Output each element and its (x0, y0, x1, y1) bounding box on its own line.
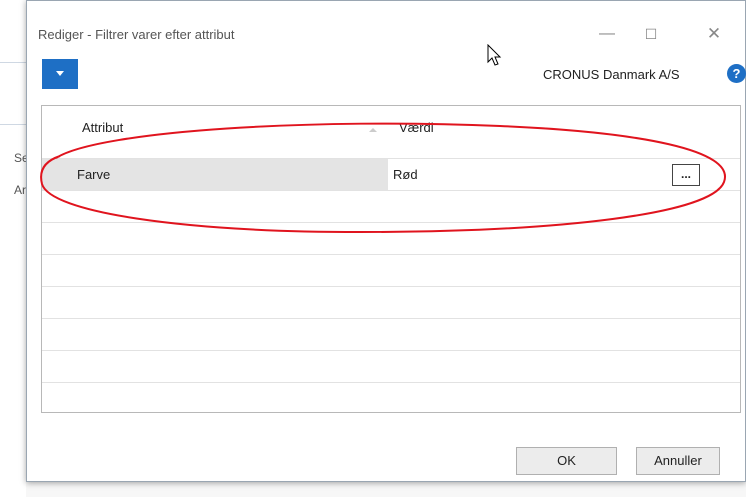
actions-menu-button[interactable] (42, 59, 78, 89)
minimize-icon[interactable]: — (596, 23, 618, 45)
close-icon[interactable]: ✕ (703, 23, 725, 45)
table-row[interactable] (42, 382, 740, 414)
attribute-grid: Attribut Værdi Farve Rød ... (41, 105, 741, 413)
table-row[interactable] (42, 254, 740, 286)
table-row[interactable] (42, 318, 740, 350)
value-cell[interactable]: Rød (393, 167, 418, 182)
company-name: CRONUS Danmark A/S (543, 67, 680, 82)
background-app-strip: Se Ar (0, 0, 29, 497)
background-divider (0, 124, 26, 125)
background-divider (0, 62, 26, 63)
sort-up-icon (369, 128, 377, 132)
column-header-attribut[interactable]: Attribut (82, 120, 123, 135)
table-row[interactable] (42, 222, 740, 254)
table-row[interactable] (42, 350, 740, 382)
background-text-fragment: Ar (14, 183, 26, 197)
cancel-button[interactable]: Annuller (636, 447, 720, 475)
assist-edit-button[interactable]: ... (672, 164, 700, 186)
ok-button[interactable]: OK (516, 447, 617, 475)
attribute-cell[interactable]: Farve (42, 159, 388, 190)
chevron-down-icon (56, 71, 64, 76)
column-header-vaerdi[interactable]: Værdi (399, 120, 434, 135)
maximize-icon[interactable]: ☐ (640, 23, 662, 45)
mouse-cursor-icon (487, 44, 502, 66)
table-row[interactable] (42, 190, 740, 222)
table-row[interactable] (42, 286, 740, 318)
background-app-bottom (26, 482, 746, 497)
table-row[interactable]: Farve Rød ... (42, 158, 740, 190)
dialog-title: Rediger - Filtrer varer efter attribut (38, 27, 235, 42)
help-icon[interactable]: ? (727, 64, 746, 83)
grid-header: Attribut Værdi (42, 106, 740, 158)
title-bar: Rediger - Filtrer varer efter attribut —… (27, 1, 745, 47)
attribute-value: Farve (77, 167, 111, 182)
filter-dialog: Rediger - Filtrer varer efter attribut —… (26, 0, 746, 482)
